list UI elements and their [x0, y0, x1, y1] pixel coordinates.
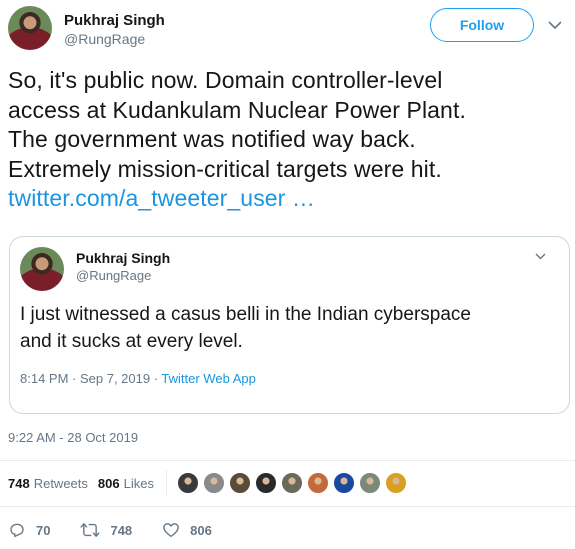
reply-count: 70 — [36, 522, 51, 538]
heart-icon — [163, 523, 179, 538]
author-name[interactable]: Pukhraj Singh — [64, 12, 165, 29]
liker-avatar[interactable] — [254, 472, 277, 494]
tweet-text-line: access at Kudankulam Nuclear Power Plant… — [8, 96, 466, 123]
quoted-author-name[interactable]: Pukhraj Singh — [76, 250, 170, 266]
avatar[interactable] — [8, 6, 52, 50]
likers-list — [176, 472, 411, 494]
quoted-avatar[interactable] — [20, 247, 64, 291]
tweet-actions: 70 748 806 — [8, 518, 242, 542]
retweets-count[interactable]: 748 — [8, 476, 30, 491]
tweet-link[interactable]: twitter.com/a_tweeter_user … — [8, 184, 568, 214]
liker-avatar[interactable] — [228, 472, 251, 494]
quoted-text: I just witnessed a casus belli in the In… — [20, 301, 550, 355]
author-handle[interactable]: @RungRage — [64, 31, 145, 47]
retweet-button[interactable]: 748 — [80, 521, 132, 539]
liker-avatar[interactable] — [202, 472, 225, 494]
tweet-text-line: The government was notified way back. — [8, 126, 416, 152]
tweet-text-line: Extremely mission-critical targets were … — [8, 155, 442, 182]
follow-button[interactable]: Follow — [430, 8, 534, 42]
quoted-source[interactable]: Twitter Web App — [161, 371, 255, 386]
quoted-time[interactable]: 8:14 PM · Sep 7, 2019 · — [20, 371, 161, 386]
tweet-stats: 748 Retweets 806 Likes — [8, 470, 411, 496]
liker-avatar[interactable] — [176, 472, 199, 494]
divider — [0, 460, 575, 461]
retweet-count: 748 — [110, 522, 133, 538]
reply-icon — [10, 523, 24, 538]
likes-count[interactable]: 806 — [98, 476, 120, 491]
divider — [0, 506, 575, 507]
tweet-text-line: So, it's public now. Domain controller-l… — [8, 67, 443, 93]
liker-avatar[interactable] — [384, 472, 407, 494]
tweet-header: Pukhraj Singh @RungRage Follow — [8, 6, 568, 52]
quoted-text-line: I just witnessed a casus belli in the In… — [20, 304, 471, 325]
tweet-timestamp[interactable]: 9:22 AM - 28 Oct 2019 — [8, 430, 138, 445]
retweet-icon — [80, 523, 101, 537]
reply-button[interactable]: 70 — [8, 521, 50, 539]
retweets-label[interactable]: Retweets — [34, 476, 88, 491]
quoted-author-handle[interactable]: @RungRage — [76, 268, 151, 283]
divider — [165, 470, 167, 496]
tweet-text: So, it's public now. Domain controller-l… — [8, 66, 568, 214]
chevron-down-icon[interactable] — [546, 16, 564, 34]
liker-avatar[interactable] — [358, 472, 381, 494]
like-button[interactable]: 806 — [162, 521, 212, 539]
liker-avatar[interactable] — [332, 472, 355, 494]
quoted-meta: 8:14 PM · Sep 7, 2019 · Twitter Web App — [20, 371, 256, 386]
quoted-tweet[interactable]: Pukhraj Singh @RungRage I just witnessed… — [9, 236, 570, 414]
chevron-down-icon[interactable] — [533, 249, 547, 263]
likes-label[interactable]: Likes — [124, 476, 154, 491]
like-count: 806 — [190, 522, 212, 538]
liker-avatar[interactable] — [280, 472, 303, 494]
quoted-text-line: and it sucks at every level. — [20, 331, 243, 352]
liker-avatar[interactable] — [306, 472, 329, 494]
